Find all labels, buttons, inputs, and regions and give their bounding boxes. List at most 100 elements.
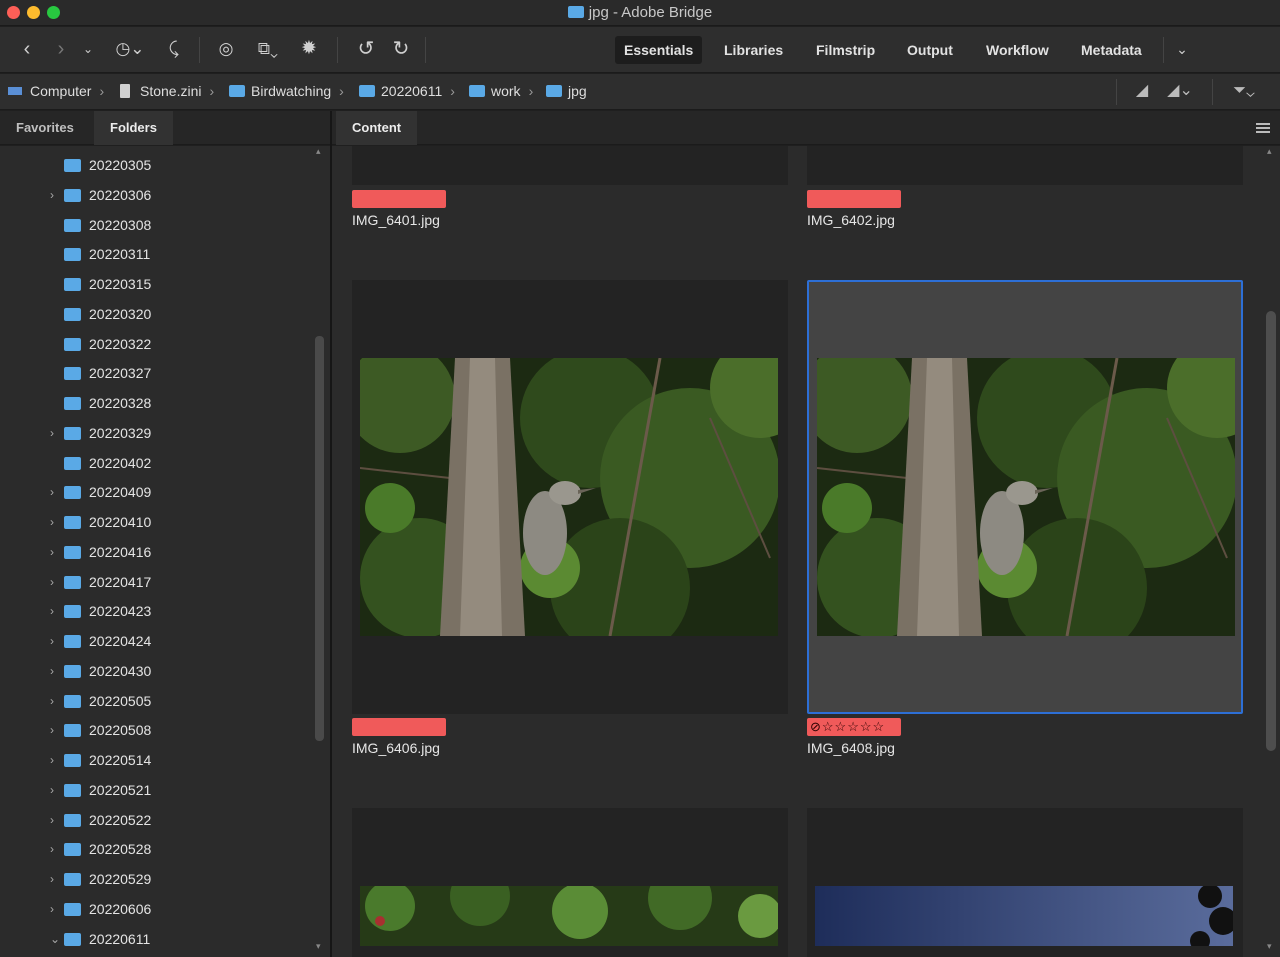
folder-tree-item[interactable]: 20220315 <box>0 271 312 300</box>
workspace-tab-essentials[interactable]: Essentials <box>615 36 703 64</box>
folder-tree-item[interactable]: 20220311 <box>0 241 312 270</box>
folder-tree-item[interactable]: › 20220430 <box>0 658 312 687</box>
workspace-tab-output[interactable]: Output <box>898 36 962 64</box>
star-rating-icons[interactable]: ☆☆☆☆☆ <box>822 719 885 734</box>
copy-icon[interactable]: ⧉⌄ <box>246 37 290 61</box>
folder-tree-item[interactable]: › 20220410 <box>0 509 312 538</box>
recent-icon[interactable]: ◷⌄ <box>110 37 150 61</box>
folder-tree-item[interactable]: 20220305 <box>0 152 312 181</box>
folder-tree-item[interactable]: 20220322 <box>0 331 312 360</box>
chevron-right-icon[interactable]: › <box>50 723 60 737</box>
tab-favorites[interactable]: Favorites <box>0 111 90 145</box>
folder-tree-item[interactable]: › 20220521 <box>0 777 312 806</box>
folder-tree-item[interactable]: › 20220409 <box>0 479 312 508</box>
chevron-right-icon[interactable]: › <box>50 188 60 202</box>
folder-tree-item[interactable]: › 20220505 <box>0 688 312 717</box>
reject-rating[interactable]: ⊘☆☆☆☆☆ <box>807 718 901 736</box>
folder-tree-item[interactable]: 20220328 <box>0 390 312 419</box>
chevron-right-icon[interactable]: › <box>50 515 60 529</box>
workspace-tab-metadata[interactable]: Metadata <box>1072 36 1151 64</box>
redo-icon[interactable]: ↻ <box>389 37 413 61</box>
camera-import-icon[interactable]: ◎ <box>212 37 240 61</box>
chevron-right-icon[interactable]: › <box>50 694 60 708</box>
thumbnail-filename[interactable]: IMG_6408.jpg <box>807 740 895 756</box>
thumbnail-cell-selected[interactable] <box>807 280 1243 714</box>
forward-icon[interactable]: › <box>50 37 72 61</box>
folder-tree-item[interactable]: › 20220508 <box>0 717 312 746</box>
folder-tree-item[interactable]: 20220320 <box>0 301 312 330</box>
scroll-down-arrow-icon[interactable]: ▾ <box>1267 941 1272 952</box>
breadcrumb-work[interactable]: work › <box>469 83 533 99</box>
chevron-right-icon[interactable]: › <box>50 664 60 678</box>
workspace-tab-workflow[interactable]: Workflow <box>977 36 1058 64</box>
workspace-tab-libraries[interactable]: Libraries <box>715 36 792 64</box>
reject-icon[interactable]: ⊘ <box>810 719 822 734</box>
folder-tree-item[interactable]: › 20220417 <box>0 569 312 598</box>
tab-folders[interactable]: Folders <box>94 111 173 145</box>
scroll-down-arrow-icon[interactable]: ▾ <box>316 941 321 952</box>
chevron-right-icon[interactable]: › <box>50 872 60 886</box>
thumbnail-quality-icon[interactable]: ◢⌄ <box>1160 79 1200 103</box>
folder-tree-item[interactable]: 20220327 <box>0 360 312 389</box>
folders-tree[interactable]: 20220305 › 20220306 20220308 20220311 2022031… <box>0 146 330 957</box>
chevron-right-icon[interactable]: › <box>50 634 60 648</box>
folder-tree-item[interactable]: › 20220423 <box>0 598 312 627</box>
chevron-right-icon[interactable]: › <box>50 575 60 589</box>
thumbnail-filename[interactable]: IMG_6401.jpg <box>352 212 440 228</box>
chevron-right-icon[interactable]: › <box>50 783 60 797</box>
workspace-tab-filmstrip[interactable]: Filmstrip <box>807 36 884 64</box>
chevron-right-icon[interactable]: › <box>50 902 60 916</box>
breadcrumb-birdwatching[interactable]: Birdwatching › <box>229 83 344 99</box>
folder-tree-item[interactable]: › 20220329 <box>0 420 312 449</box>
quality-icon[interactable]: ◢ <box>1130 79 1154 103</box>
chevron-right-icon[interactable]: › <box>50 753 60 767</box>
folder-tree-item[interactable]: › 20220528 <box>0 836 312 865</box>
folder-tree-item[interactable]: › 20220529 <box>0 866 312 895</box>
content-scrollbar[interactable]: ▴ ▾ <box>1262 146 1280 957</box>
chevron-right-icon[interactable]: › <box>50 426 60 440</box>
chevron-right-icon[interactable]: › <box>50 842 60 856</box>
scroll-up-arrow-icon[interactable]: ▴ <box>1267 146 1272 157</box>
chevron-right-icon[interactable]: › <box>50 813 60 827</box>
folder-tree-item[interactable]: › 20220514 <box>0 747 312 776</box>
tab-content[interactable]: Content <box>336 111 418 145</box>
folders-scrollbar[interactable]: ▴ ▾ <box>313 146 325 957</box>
photo-thumbnail[interactable] <box>360 886 778 946</box>
boomerang-icon[interactable]: ⤹ <box>162 37 186 61</box>
folder-tree-item[interactable]: › 20220606 <box>0 896 312 925</box>
folder-tree-item[interactable]: 20220308 <box>0 212 312 241</box>
breadcrumb-20220611[interactable]: 20220611 › <box>359 83 455 99</box>
folder-tree-item[interactable]: 20220402 <box>0 450 312 479</box>
chevron-right-icon[interactable]: › <box>50 604 60 618</box>
folder-tree-item[interactable]: › 20220416 <box>0 539 312 568</box>
back-icon[interactable]: ‹ <box>16 37 38 61</box>
thumbnail-cell[interactable] <box>352 280 788 714</box>
scroll-up-arrow-icon[interactable]: ▴ <box>316 146 321 157</box>
workspace-more-icon[interactable]: ⌄ <box>1172 37 1192 61</box>
breadcrumb-jpg[interactable]: jpg <box>546 83 587 99</box>
undo-icon[interactable]: ↺ <box>354 37 378 61</box>
thumbnail-cell[interactable] <box>352 808 788 957</box>
folder-tree-item[interactable]: › 20220306 <box>0 182 312 211</box>
thumbnail-cell[interactable] <box>807 808 1243 957</box>
breadcrumb-stone-zini[interactable]: Stone.zini › <box>120 83 214 99</box>
chevron-down-icon[interactable]: ⌄ <box>50 932 60 946</box>
thumbnail-cell[interactable] <box>352 146 788 185</box>
folder-tree-item[interactable]: › 20220522 <box>0 807 312 836</box>
scrollbar-thumb[interactable] <box>315 336 324 741</box>
bird-photo-thumbnail[interactable] <box>360 358 778 636</box>
folder-tree-item[interactable]: › 20220424 <box>0 628 312 657</box>
thumbnail-filename[interactable]: IMG_6402.jpg <box>807 212 895 228</box>
thumbnail-filename[interactable]: IMG_6406.jpg <box>352 740 440 756</box>
breadcrumb-computer[interactable]: Computer › <box>8 83 104 99</box>
panel-menu-icon[interactable] <box>1256 123 1270 135</box>
thumbnail-cell[interactable] <box>807 146 1243 185</box>
photo-thumbnail[interactable] <box>815 886 1233 946</box>
bird-photo-thumbnail[interactable] <box>817 358 1235 636</box>
filter-icon[interactable]: ⏷⌄ <box>1224 79 1264 103</box>
scrollbar-thumb[interactable] <box>1266 311 1276 751</box>
chevron-right-icon[interactable]: › <box>50 485 60 499</box>
refine-icon[interactable]: ✹ <box>296 37 322 61</box>
folder-tree-item[interactable]: ⌄ 20220611 <box>0 926 312 955</box>
dropdown-icon[interactable]: ⌄ <box>78 37 98 61</box>
